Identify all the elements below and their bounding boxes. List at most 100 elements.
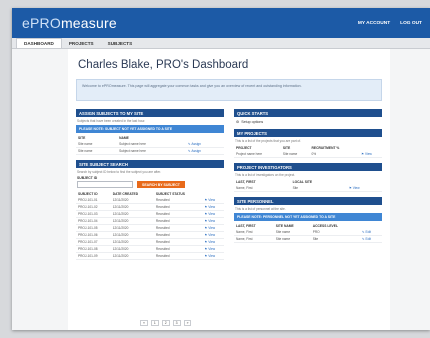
view-label: View — [208, 205, 216, 209]
subject-search-panel: SITE SUBJECT SEARCH Search by subject ID… — [76, 160, 224, 260]
panel-header: PROJECT INVESTIGATORS — [234, 163, 382, 171]
site-cell: Site name — [273, 235, 311, 243]
view-link[interactable]: ⚑ View — [202, 217, 224, 225]
page-title: Charles Blake, PRO's Dashboard — [78, 59, 249, 71]
view-link[interactable]: ⚑ View — [202, 224, 224, 232]
subject-id-label: SUBJECT ID — [77, 176, 98, 180]
panel-header: SITE PERSONNEL — [234, 197, 382, 205]
recruitment-cell: 0% — [309, 151, 360, 158]
gear-icon: ⚙ — [236, 120, 240, 124]
status-cell: Recruited — [153, 245, 203, 253]
subject-id-input[interactable] — [77, 181, 133, 188]
view-label: View — [364, 152, 372, 156]
name-cell: Name, First — [234, 235, 274, 243]
view-link[interactable]: ⚑ View — [346, 185, 382, 192]
personnel-table: LAST, FIRST SITE NAME ACCESS LEVEL Name,… — [234, 223, 382, 243]
panel-header: SITE SUBJECT SEARCH — [76, 160, 224, 168]
table-row: PROJ-101-05 12/11/2020 Recruited ⚑ View — [76, 224, 224, 232]
quick-start-label: Setup options — [241, 120, 264, 124]
tab-dashboard[interactable]: DASHBOARD — [16, 38, 62, 48]
panel-note: Search by subject ID below to find the s… — [77, 170, 161, 174]
panel-note: This is a list of investigators on the p… — [235, 173, 296, 177]
page-next[interactable]: » — [183, 320, 192, 326]
subject-id-cell: PROJ-101-07 — [76, 238, 111, 246]
view-link[interactable]: ⚑ View — [359, 151, 382, 158]
view-link[interactable]: ⚑ View — [202, 210, 224, 218]
view-link[interactable]: ⚑ View — [202, 245, 224, 253]
table-row: PROJ-101-08 12/11/2020 Recruited ⚑ View — [76, 245, 224, 253]
site-cell: Site name — [280, 151, 310, 158]
page-3[interactable]: 3 — [172, 320, 181, 326]
left-column: ASSIGN SUBJECTS TO MY SITE Subjects that… — [76, 109, 224, 265]
view-label: View — [208, 198, 216, 202]
assign-table: SITE NAME Site name Subject name here ✎ … — [76, 135, 224, 155]
assign-label: Assign — [191, 142, 201, 146]
view-link[interactable]: ⚑ View — [202, 252, 224, 260]
page-prev[interactable]: « — [140, 320, 148, 326]
app-logo[interactable]: ePROmeasure — [22, 15, 117, 31]
subjects-table: SUBJECT ID DATE CREATED SUBJECT STATUS P… — [76, 191, 224, 260]
top-bar: ePROmeasure MY ACCOUNT LOG OUT — [12, 8, 430, 38]
page-2[interactable]: 2 — [161, 320, 170, 326]
project-cell: Project name here — [234, 151, 281, 158]
status-cell: Recruited — [153, 231, 203, 239]
view-link[interactable]: ⚑ View — [202, 231, 224, 239]
dashboard-content: Charles Blake, PRO's Dashboard Welcome t… — [68, 49, 390, 330]
status-cell: Recruited — [153, 203, 203, 211]
view-link[interactable]: ⚑ View — [202, 238, 224, 246]
date-cell: 12/11/2020 — [110, 252, 154, 260]
assign-subjects-panel: ASSIGN SUBJECTS TO MY SITE Subjects that… — [76, 109, 224, 155]
panel-note: Subjects that have been created in the l… — [77, 119, 146, 123]
status-cell: Recruited — [153, 210, 203, 218]
status-cell: Recruited — [153, 252, 203, 260]
personnel-alert: PLEASE NOTE: PERSONNEL NOT YET ASSIGNED … — [234, 213, 382, 221]
panel-note: This is a list of the projects that you … — [235, 139, 302, 143]
project-investigators-panel: PROJECT INVESTIGATORS This is a list of … — [234, 163, 382, 192]
date-cell: 12/11/2020 — [110, 231, 154, 239]
edit-link[interactable]: ✎ Edit — [359, 235, 382, 243]
search-by-subject-button[interactable]: SEARCH BY SUBJECT — [137, 181, 185, 188]
date-cell: 12/11/2020 — [110, 210, 154, 218]
panel-header: QUICK STARTS — [234, 109, 382, 117]
unassigned-alert: PLEASE NOTE: SUBJECT NOT YET ASSIGNED TO… — [76, 125, 224, 133]
panel-header: ASSIGN SUBJECTS TO MY SITE — [76, 109, 224, 117]
date-cell: 12/11/2020 — [110, 217, 154, 225]
view-label: View — [208, 233, 216, 237]
page-1[interactable]: 1 — [150, 320, 159, 326]
main-nav: DASHBOARD PROJECTS SUBJECTS — [12, 38, 430, 49]
subject-id-cell: PROJ-101-09 — [76, 252, 111, 260]
account-links: MY ACCOUNT LOG OUT — [358, 21, 422, 26]
table-row: PROJ-101-03 12/11/2020 Recruited ⚑ View — [76, 210, 224, 218]
table-row: Project name here Site name 0% ⚑ View — [234, 151, 382, 158]
edit-label: Edit — [365, 230, 372, 234]
table-row: PROJ-101-04 12/11/2020 Recruited ⚑ View — [76, 217, 224, 225]
tab-projects[interactable]: PROJECTS — [62, 38, 101, 48]
table-row: Name, First Site name Site ✎ Edit — [234, 235, 382, 243]
assign-link[interactable]: ✎ Assign — [186, 147, 224, 155]
my-projects-panel: MY PROJECTS This is a list of the projec… — [234, 129, 382, 158]
date-cell: 12/11/2020 — [110, 238, 154, 246]
site-cell: Site name — [76, 147, 118, 155]
panel-header: MY PROJECTS — [234, 129, 382, 137]
quick-start-setup[interactable]: ⚙ Setup options — [236, 120, 380, 124]
table-row: PROJ-101-06 12/11/2020 Recruited ⚑ View — [76, 231, 224, 239]
table-row: PROJ-101-09 12/11/2020 Recruited ⚑ View — [76, 252, 224, 260]
projects-table: PROJECT SITE RECRUITMENT % Project name … — [234, 145, 382, 158]
table-row: Name, First Site ⚑ View — [234, 185, 382, 192]
subject-id-cell: PROJ-101-03 — [76, 210, 111, 218]
name-cell: Name, First — [234, 185, 291, 192]
logout-link[interactable]: LOG OUT — [400, 21, 422, 26]
table-row: PROJ-101-07 12/11/2020 Recruited ⚑ View — [76, 238, 224, 246]
tab-subjects[interactable]: SUBJECTS — [101, 38, 140, 48]
investigators-table: LAST, FIRST LOCAL SITE Name, First Site … — [234, 179, 382, 192]
view-label: View — [208, 240, 216, 244]
subject-id-cell: PROJ-101-02 — [76, 203, 111, 211]
date-cell: 12/11/2020 — [110, 203, 154, 211]
view-link[interactable]: ⚑ View — [202, 203, 224, 211]
date-cell: 12/11/2020 — [110, 245, 154, 253]
my-account-link[interactable]: MY ACCOUNT — [358, 21, 390, 26]
site-cell: Site — [290, 185, 347, 192]
status-cell: Recruited — [153, 238, 203, 246]
pagination: « 1 2 3 » — [140, 320, 192, 326]
subject-id-cell: PROJ-101-08 — [76, 245, 111, 253]
